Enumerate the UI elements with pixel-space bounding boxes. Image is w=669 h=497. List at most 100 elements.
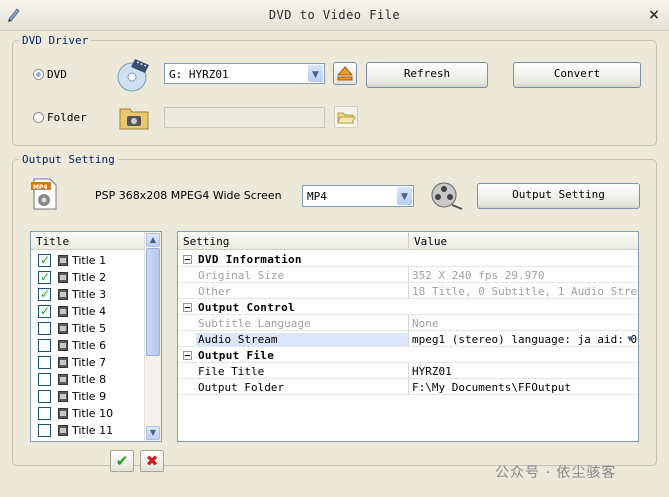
title-checkbox[interactable] (38, 269, 51, 285)
title-item-label: Title 3 (72, 288, 107, 301)
title-list-item[interactable]: Title 1 (31, 252, 145, 269)
eject-button[interactable] (333, 62, 357, 85)
setting-column-header: Setting (178, 232, 409, 250)
column-divider (408, 315, 409, 331)
dvd-disc-icon (117, 59, 149, 92)
title-list-scrollbar[interactable]: ▲ ▼ (144, 232, 161, 441)
eject-icon (337, 66, 353, 81)
property-name: Output Folder (198, 381, 285, 394)
column-divider (408, 363, 409, 379)
collapse-icon[interactable] (183, 351, 192, 360)
grid-section-row[interactable]: Output File (178, 347, 638, 363)
film-icon (58, 289, 68, 300)
film-icon (58, 408, 68, 419)
title-list-item[interactable]: Title 3 (31, 286, 145, 303)
title-list-item[interactable]: Title 7 (31, 354, 145, 371)
folder-path-input[interactable] (164, 107, 325, 128)
uncheck-all-button[interactable]: ✖ (140, 450, 164, 472)
output-profile-label: PSP 368x208 MPEG4 Wide Screen (95, 189, 282, 202)
dvd-driver-group (12, 40, 657, 146)
title-item-label: Title 1 (72, 254, 107, 267)
title-checkbox[interactable] (38, 373, 51, 386)
title-checkbox[interactable] (38, 252, 51, 268)
film-icon (58, 391, 68, 402)
grid-property-row[interactable]: Other 18 Title, 0 Subtitle, 1 Audio Strea… (178, 283, 638, 299)
title-list-item[interactable]: Title 11 (31, 422, 145, 439)
film-icon (58, 425, 68, 436)
setting-column-label: Setting (183, 235, 230, 248)
chevron-down-icon[interactable]: ▼ (624, 333, 636, 345)
title-item-label: Title 8 (72, 373, 107, 386)
column-divider (408, 379, 409, 395)
film-icon (58, 306, 68, 317)
browse-folder-button[interactable] (334, 106, 358, 128)
property-name: File Title (198, 365, 265, 378)
title-list-item[interactable]: Title 5 (31, 320, 145, 337)
collapse-icon[interactable] (183, 255, 192, 264)
title-checkbox[interactable] (38, 303, 51, 319)
chevron-down-icon: ▼ (397, 187, 412, 205)
property-value[interactable]: F:\My Documents\FFOutput (412, 381, 571, 394)
title-list-item[interactable]: Title 10 (31, 405, 145, 422)
grid-section-row[interactable]: DVD Information (178, 251, 638, 267)
title-checkbox[interactable] (38, 390, 51, 403)
title-column-label: Title (36, 235, 70, 248)
title-checkbox[interactable] (38, 424, 51, 437)
property-value: None (412, 317, 439, 330)
dvd-driver-group-label: DVD Driver (19, 34, 92, 47)
grid-property-row[interactable]: Output Folder F:\My Documents\FFOutput (178, 379, 638, 395)
title-item-label: Title 6 (72, 339, 107, 352)
title-item-label: Title 4 (72, 305, 107, 318)
value-column-label: Value (414, 235, 448, 248)
close-button[interactable]: × (645, 6, 663, 24)
film-icon (58, 340, 68, 351)
output-setting-group-label: Output Setting (19, 153, 118, 166)
property-value[interactable]: mpeg1 (stereo) language: ja aid: 0 (412, 333, 637, 346)
refresh-button[interactable]: Refresh (366, 62, 488, 88)
title-list-item[interactable]: Title 8 (31, 371, 145, 388)
column-divider (408, 267, 409, 283)
grid-property-row[interactable]: Audio Stream mpeg1 (stereo) language: ja … (178, 331, 638, 347)
scroll-down-icon[interactable]: ▼ (146, 426, 160, 440)
title-checkbox[interactable] (38, 339, 51, 352)
title-item-label: Title 7 (72, 356, 107, 369)
collapse-icon[interactable] (183, 303, 192, 312)
property-name: Subtitle Language (198, 317, 311, 330)
title-checkbox[interactable] (38, 322, 51, 335)
title-item-label: Title 5 (72, 322, 107, 335)
title-checkbox[interactable] (38, 356, 51, 369)
title-checkbox[interactable] (38, 286, 51, 302)
film-icon (58, 272, 68, 283)
folder-camera-icon (119, 108, 149, 130)
title-list-item[interactable]: Title 9 (31, 388, 145, 405)
film-icon (58, 374, 68, 385)
title-list-item[interactable]: Title 2 (31, 269, 145, 286)
section-label: Output Control (198, 301, 295, 314)
convert-button[interactable]: Convert (513, 62, 641, 88)
property-value: 18 Title, 0 Subtitle, 1 Audio Stream (412, 285, 639, 298)
format-select[interactable]: MP4 ▼ (302, 185, 414, 207)
property-value[interactable]: HYRZ01 (412, 365, 452, 378)
output-setting-button[interactable]: Output Setting (477, 183, 640, 209)
dvd-radio[interactable] (33, 69, 44, 80)
grid-property-row[interactable]: File Title HYRZ01 (178, 363, 638, 379)
grid-section-row[interactable]: Output Control (178, 299, 638, 315)
window-title: DVD to Video File (268, 8, 401, 22)
folder-radio[interactable] (33, 112, 44, 123)
property-name: Other (198, 285, 232, 298)
dvd-radio-label: DVD (47, 68, 67, 81)
title-list[interactable]: Title Title 1 Title 2 Title 3 Title 4 Title … (30, 231, 162, 442)
title-checkbox[interactable] (38, 407, 51, 420)
check-all-button[interactable]: ✔ (110, 450, 134, 472)
grid-property-row[interactable]: Subtitle Language None (178, 315, 638, 331)
scroll-thumb[interactable] (146, 248, 160, 356)
title-list-item[interactable]: Title 4 (31, 303, 145, 320)
drive-select[interactable]: G: HYRZ01 ▼ (164, 63, 325, 84)
title-list-item[interactable]: Title 6 (31, 337, 145, 354)
settings-grid[interactable]: Setting Value DVD Information Original Si… (177, 231, 639, 442)
value-column-header: Value (409, 232, 638, 250)
property-value: 352 X 240 fps 29.970 (412, 269, 545, 282)
scroll-up-icon[interactable]: ▲ (146, 233, 160, 247)
section-label: DVD Information (198, 253, 302, 266)
grid-property-row[interactable]: Original Size 352 X 240 fps 29.970 (178, 267, 638, 283)
